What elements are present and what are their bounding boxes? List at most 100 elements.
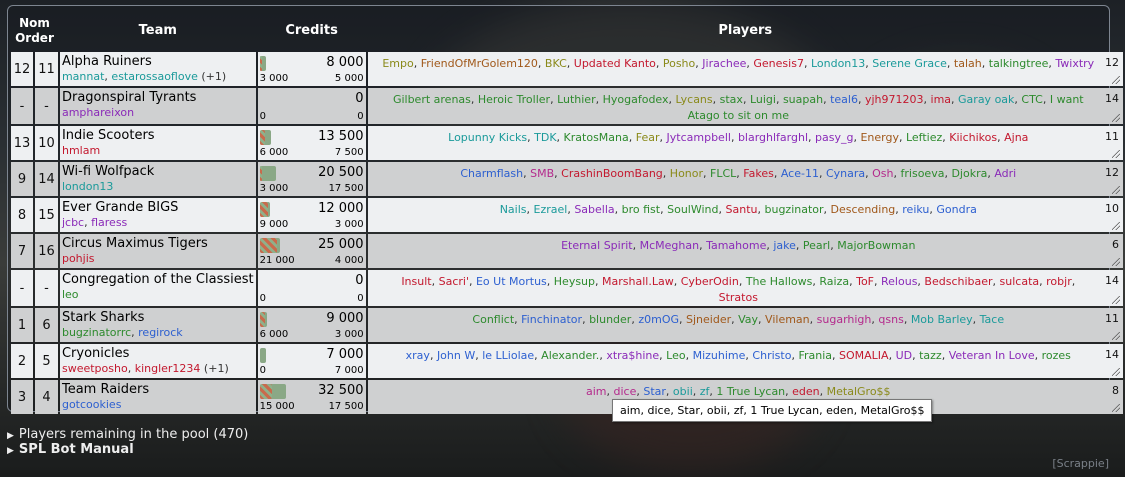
player-name[interactable]: qsns: [878, 313, 903, 326]
player-name[interactable]: BKC: [545, 57, 567, 70]
player-name[interactable]: Ezrael: [534, 203, 568, 216]
player-name[interactable]: Bedschibaer: [924, 275, 992, 288]
player-name[interactable]: FLCL: [710, 167, 736, 180]
player-name[interactable]: sugarhigh: [817, 313, 872, 326]
player-name[interactable]: jake: [773, 239, 796, 252]
resize-handle-icon[interactable]: [1112, 332, 1120, 340]
player-name[interactable]: Leo: [666, 349, 685, 362]
player-name[interactable]: Gondra: [936, 203, 976, 216]
player-name[interactable]: Luthier: [557, 93, 596, 106]
player-name[interactable]: Mizuhime: [693, 349, 746, 362]
player-name[interactable]: Sacri': [439, 275, 469, 288]
player-name[interactable]: Tace: [980, 313, 1004, 326]
player-name[interactable]: CrashinBoomBang: [561, 167, 663, 180]
player-name[interactable]: Vay: [738, 313, 758, 326]
resize-handle-icon[interactable]: [1112, 296, 1120, 304]
players-cell[interactable]: xray, John W, le LLiolae, Alexander., xt…: [367, 344, 1123, 378]
player-name[interactable]: Empo: [382, 57, 413, 70]
player-name[interactable]: zf: [700, 385, 710, 398]
player-name[interactable]: talkingtree: [989, 57, 1049, 70]
manual-expander[interactable]: ▶ SPL Bot Manual: [7, 442, 134, 457]
player-name[interactable]: obii: [673, 385, 693, 398]
player-name[interactable]: Serene Grace: [872, 57, 947, 70]
player-name[interactable]: Lycans: [676, 93, 713, 106]
player-name[interactable]: tazz: [919, 349, 942, 362]
player-name[interactable]: Sjneider: [686, 313, 731, 326]
player-name[interactable]: reiku: [902, 203, 929, 216]
player-name[interactable]: Alexander.: [541, 349, 599, 362]
player-name[interactable]: rozes: [1042, 349, 1071, 362]
player-name[interactable]: talah: [954, 57, 982, 70]
player-name[interactable]: Finchinator: [521, 313, 582, 326]
player-name[interactable]: z0mOG: [638, 313, 679, 326]
player-name[interactable]: sulcata: [1000, 275, 1040, 288]
player-name[interactable]: Fakes: [743, 167, 774, 180]
player-name[interactable]: yjh971203: [865, 93, 924, 106]
players-cell[interactable]: Charmflash, SMB, CrashinBoomBang, Honor,…: [367, 162, 1123, 196]
player-name[interactable]: bugzinator: [764, 203, 823, 216]
resize-handle-icon[interactable]: [1112, 114, 1120, 122]
player-name[interactable]: robjr: [1046, 275, 1072, 288]
player-name[interactable]: Insult: [401, 275, 431, 288]
player-name[interactable]: John W: [437, 349, 475, 362]
player-name[interactable]: Eo Ut Mortus: [476, 275, 547, 288]
player-name[interactable]: Updated Kanto: [574, 57, 656, 70]
player-name[interactable]: FriendOfMrGolem120: [421, 57, 538, 70]
player-name[interactable]: The Hallows: [746, 275, 813, 288]
player-name[interactable]: xray: [406, 349, 430, 362]
player-name[interactable]: Relous: [881, 275, 917, 288]
player-name[interactable]: Lopunny Kicks: [448, 131, 527, 144]
player-name[interactable]: UD: [896, 349, 913, 362]
player-name[interactable]: Hyogafodex: [603, 93, 669, 106]
player-name[interactable]: Frania: [798, 349, 832, 362]
player-name[interactable]: Garay oak: [958, 93, 1014, 106]
player-name[interactable]: McMeghan: [640, 239, 699, 252]
player-name[interactable]: Cynara: [826, 167, 865, 180]
player-name[interactable]: xtra$hine: [606, 349, 659, 362]
player-name[interactable]: Ajna: [1004, 131, 1028, 144]
player-name[interactable]: Heysup: [554, 275, 595, 288]
player-name[interactable]: TDK: [534, 131, 556, 144]
player-name[interactable]: blunder: [589, 313, 631, 326]
player-name[interactable]: Gilbert arenas: [393, 93, 471, 106]
player-name[interactable]: Twixtry: [1055, 57, 1094, 70]
player-name[interactable]: Sabella: [574, 203, 614, 216]
player-name[interactable]: Veteran In Love: [949, 349, 1035, 362]
player-name[interactable]: Descending: [831, 203, 896, 216]
players-cell[interactable]: Lopunny Kicks, TDK, KratosMana, Fear, Jy…: [367, 126, 1123, 160]
player-name[interactable]: Osh: [872, 167, 893, 180]
player-name[interactable]: Jytcampbell: [667, 131, 731, 144]
player-name[interactable]: Marshall.Law: [602, 275, 674, 288]
player-name[interactable]: Charmflash: [460, 167, 523, 180]
player-name[interactable]: teal6: [830, 93, 858, 106]
player-name[interactable]: ima: [931, 93, 952, 106]
player-name[interactable]: Star: [643, 385, 666, 398]
player-name[interactable]: Mob Barley: [911, 313, 973, 326]
player-name[interactable]: Jirachee: [702, 57, 746, 70]
player-name[interactable]: suapah: [783, 93, 823, 106]
pool-expander[interactable]: ▶ Players remaining in the pool (470): [7, 427, 248, 442]
resize-handle-icon[interactable]: [1112, 76, 1120, 84]
player-name[interactable]: bro fist: [622, 203, 660, 216]
player-name[interactable]: le LLiolae: [482, 349, 534, 362]
player-name[interactable]: MajorBowman: [837, 239, 915, 252]
player-name[interactable]: frisoeva: [901, 167, 945, 180]
player-name[interactable]: pasy_g: [815, 131, 853, 144]
resize-handle-icon[interactable]: [1112, 404, 1120, 412]
player-name[interactable]: dice: [614, 385, 637, 398]
player-name[interactable]: Fear: [636, 131, 660, 144]
resize-handle-icon[interactable]: [1112, 258, 1120, 266]
resize-handle-icon[interactable]: [1112, 150, 1120, 158]
players-cell[interactable]: Empo, FriendOfMrGolem120, BKC, Updated K…: [367, 52, 1123, 86]
player-name[interactable]: KratosMana: [564, 131, 629, 144]
player-name[interactable]: Honor: [670, 167, 703, 180]
player-name[interactable]: Christo: [752, 349, 791, 362]
player-name[interactable]: Heroic Troller: [478, 93, 550, 106]
player-name[interactable]: aim: [586, 385, 607, 398]
player-name[interactable]: Genesis7: [753, 57, 804, 70]
player-name[interactable]: Conflict: [472, 313, 514, 326]
player-name[interactable]: eden: [792, 385, 820, 398]
player-name[interactable]: Adri: [994, 167, 1016, 180]
player-name[interactable]: SOMALIA: [839, 349, 889, 362]
player-name[interactable]: SMB: [530, 167, 554, 180]
